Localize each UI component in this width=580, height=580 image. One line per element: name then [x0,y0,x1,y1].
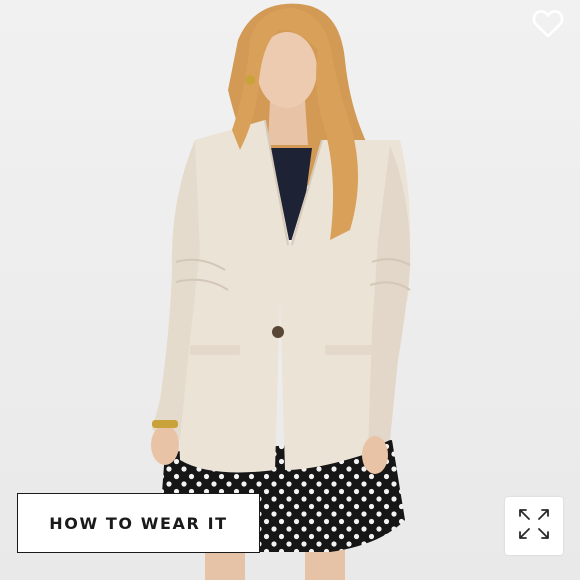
expand-arrows-icon [517,507,551,546]
how-to-wear-label: HOW TO WEAR IT [49,513,228,533]
how-to-wear-button[interactable]: HOW TO WEAR IT [17,493,260,553]
heart-outline-icon [532,9,564,44]
expand-image-button[interactable] [505,497,563,555]
favorite-button[interactable] [530,8,566,44]
